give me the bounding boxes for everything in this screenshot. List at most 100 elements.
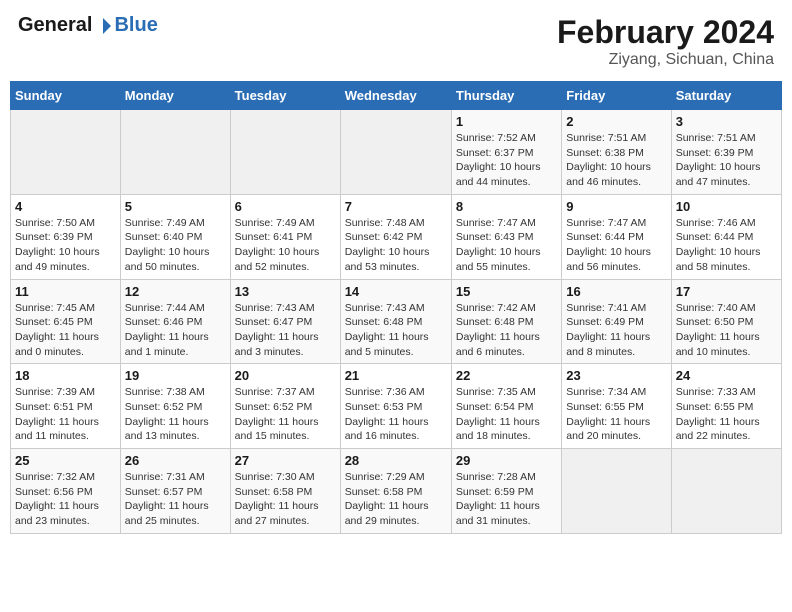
day-number: 21 — [345, 368, 447, 383]
day-info-line: Sunset: 6:53 PM — [345, 401, 423, 413]
day-info: Sunrise: 7:49 AMSunset: 6:40 PMDaylight:… — [125, 216, 226, 275]
day-info-line: and 58 minutes. — [676, 261, 751, 273]
day-info-line: and 16 minutes. — [345, 430, 420, 442]
day-info: Sunrise: 7:40 AMSunset: 6:50 PMDaylight:… — [676, 301, 777, 360]
cell-w3-d3: 13Sunrise: 7:43 AMSunset: 6:47 PMDayligh… — [230, 279, 340, 364]
day-info-line: Daylight: 11 hours — [566, 416, 650, 428]
header-row: Sunday Monday Tuesday Wednesday Thursday… — [11, 82, 782, 110]
day-number: 17 — [676, 284, 777, 299]
day-info-line: Daylight: 10 hours — [345, 246, 430, 258]
day-number: 19 — [125, 368, 226, 383]
day-info: Sunrise: 7:46 AMSunset: 6:44 PMDaylight:… — [676, 216, 777, 275]
day-number: 29 — [456, 453, 557, 468]
day-info-line: Sunrise: 7:47 AM — [456, 217, 536, 229]
day-info-line: Daylight: 10 hours — [676, 246, 761, 258]
day-info-line: Sunrise: 7:31 AM — [125, 471, 205, 483]
col-saturday: Saturday — [671, 82, 781, 110]
cell-w3-d4: 14Sunrise: 7:43 AMSunset: 6:48 PMDayligh… — [340, 279, 451, 364]
day-info-line: Sunrise: 7:51 AM — [566, 132, 646, 144]
calendar-body: 1Sunrise: 7:52 AMSunset: 6:37 PMDaylight… — [11, 110, 782, 534]
day-info: Sunrise: 7:50 AMSunset: 6:39 PMDaylight:… — [15, 216, 116, 275]
day-info-line: and 1 minute. — [125, 346, 189, 358]
cell-w5-d7 — [671, 449, 781, 534]
cell-w4-d1: 18Sunrise: 7:39 AMSunset: 6:51 PMDayligh… — [11, 364, 121, 449]
cell-w5-d3: 27Sunrise: 7:30 AMSunset: 6:58 PMDayligh… — [230, 449, 340, 534]
day-info: Sunrise: 7:48 AMSunset: 6:42 PMDaylight:… — [345, 216, 447, 275]
cell-w5-d6 — [562, 449, 671, 534]
day-number: 22 — [456, 368, 557, 383]
logo: General Blue — [18, 14, 158, 36]
day-info-line: Daylight: 11 hours — [235, 416, 319, 428]
col-monday: Monday — [120, 82, 230, 110]
day-info-line: and 3 minutes. — [235, 346, 304, 358]
cell-w1-d4 — [340, 110, 451, 195]
day-number: 26 — [125, 453, 226, 468]
day-info: Sunrise: 7:28 AMSunset: 6:59 PMDaylight:… — [456, 470, 557, 529]
day-info-line: and 22 minutes. — [676, 430, 751, 442]
week-row-4: 18Sunrise: 7:39 AMSunset: 6:51 PMDayligh… — [11, 364, 782, 449]
day-info-line: Daylight: 11 hours — [676, 416, 760, 428]
day-info-line: Sunset: 6:43 PM — [456, 231, 534, 243]
cell-w2-d7: 10Sunrise: 7:46 AMSunset: 6:44 PMDayligh… — [671, 194, 781, 279]
day-info: Sunrise: 7:51 AMSunset: 6:39 PMDaylight:… — [676, 131, 777, 190]
day-info: Sunrise: 7:52 AMSunset: 6:37 PMDaylight:… — [456, 131, 557, 190]
day-info-line: and 15 minutes. — [235, 430, 310, 442]
day-info-line: Daylight: 10 hours — [566, 161, 651, 173]
day-info-line: and 53 minutes. — [345, 261, 420, 273]
day-info-line: Daylight: 11 hours — [125, 500, 209, 512]
day-info-line: and 49 minutes. — [15, 261, 90, 273]
day-info-line: Sunrise: 7:29 AM — [345, 471, 425, 483]
day-info-line: Sunset: 6:58 PM — [235, 486, 313, 498]
day-info-line: Sunrise: 7:34 AM — [566, 386, 646, 398]
col-tuesday: Tuesday — [230, 82, 340, 110]
day-info-line: Sunrise: 7:45 AM — [15, 302, 95, 314]
day-info-line: Daylight: 11 hours — [676, 331, 760, 343]
day-info-line: Daylight: 11 hours — [566, 331, 650, 343]
cell-w1-d6: 2Sunrise: 7:51 AMSunset: 6:38 PMDaylight… — [562, 110, 671, 195]
week-row-1: 1Sunrise: 7:52 AMSunset: 6:37 PMDaylight… — [11, 110, 782, 195]
col-wednesday: Wednesday — [340, 82, 451, 110]
day-info-line: and 5 minutes. — [345, 346, 414, 358]
day-number: 8 — [456, 199, 557, 214]
cell-w3-d2: 12Sunrise: 7:44 AMSunset: 6:46 PMDayligh… — [120, 279, 230, 364]
day-info-line: Sunrise: 7:49 AM — [125, 217, 205, 229]
day-info-line: and 50 minutes. — [125, 261, 200, 273]
day-number: 15 — [456, 284, 557, 299]
day-info-line: Sunset: 6:55 PM — [676, 401, 754, 413]
day-info-line: Daylight: 11 hours — [15, 416, 99, 428]
day-info-line: Sunrise: 7:38 AM — [125, 386, 205, 398]
day-info-line: Sunset: 6:57 PM — [125, 486, 203, 498]
day-info-line: Daylight: 10 hours — [676, 161, 761, 173]
day-info-line: and 0 minutes. — [15, 346, 84, 358]
day-number: 24 — [676, 368, 777, 383]
day-info-line: Daylight: 11 hours — [235, 500, 319, 512]
day-info-line: and 13 minutes. — [125, 430, 200, 442]
day-info: Sunrise: 7:38 AMSunset: 6:52 PMDaylight:… — [125, 385, 226, 444]
day-info-line: Daylight: 11 hours — [125, 416, 209, 428]
cell-w4-d5: 22 Sunrise: 7:35 AMSunset: 6:54 PMDayligh… — [451, 364, 561, 449]
day-info-line: and 27 minutes. — [235, 515, 310, 527]
day-info-line: Sunset: 6:50 PM — [676, 316, 754, 328]
cell-w5-d5: 29 Sunrise: 7:28 AMSunset: 6:59 PMDayligh… — [451, 449, 561, 534]
day-number: 14 — [345, 284, 447, 299]
day-info-line: and 18 minutes. — [456, 430, 531, 442]
day-info: Sunrise: 7:45 AMSunset: 6:45 PMDaylight:… — [15, 301, 116, 360]
day-number: 18 — [15, 368, 116, 383]
day-info-line: Sunset: 6:49 PM — [566, 316, 644, 328]
day-info: Sunrise: 7:35 AMSunset: 6:54 PMDaylight:… — [456, 385, 557, 444]
calendar-title: February 2024 — [557, 14, 774, 51]
day-info-line: Sunrise: 7:48 AM — [345, 217, 425, 229]
day-info-line: and 31 minutes. — [456, 515, 531, 527]
day-info-line: Sunrise: 7:43 AM — [345, 302, 425, 314]
cell-w5-d1: 25Sunrise: 7:32 AMSunset: 6:56 PMDayligh… — [11, 449, 121, 534]
day-info-line: Daylight: 11 hours — [345, 331, 429, 343]
logo-blue-text: Blue — [114, 14, 157, 36]
day-info-line: Sunrise: 7:51 AM — [676, 132, 756, 144]
day-info: Sunrise: 7:29 AMSunset: 6:58 PMDaylight:… — [345, 470, 447, 529]
day-number: 25 — [15, 453, 116, 468]
day-info-line: and 23 minutes. — [15, 515, 90, 527]
day-info-line: Sunset: 6:48 PM — [456, 316, 534, 328]
day-info-line: Sunrise: 7:35 AM — [456, 386, 536, 398]
day-info: Sunrise: 7:33 AMSunset: 6:55 PMDaylight:… — [676, 385, 777, 444]
cell-w2-d3: 6Sunrise: 7:49 AMSunset: 6:41 PMDaylight… — [230, 194, 340, 279]
